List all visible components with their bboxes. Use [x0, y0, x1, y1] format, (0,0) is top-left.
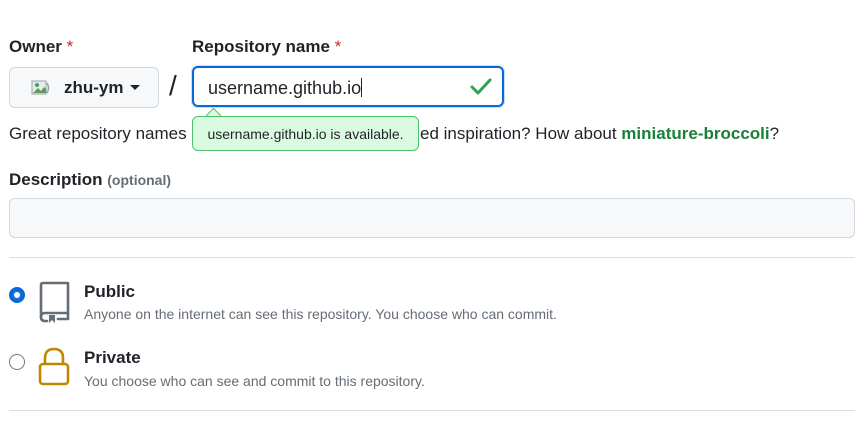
private-option-description: You choose who can see and commit to thi…	[84, 373, 425, 389]
lock-icon	[37, 346, 71, 393]
text-cursor	[361, 78, 363, 97]
chevron-down-icon	[129, 85, 140, 90]
public-option-description: Anyone on the internet can see this repo…	[84, 306, 557, 322]
repository-name-value: username.github.io	[208, 78, 362, 98]
owner-required-mark: *	[66, 37, 74, 56]
public-radio[interactable]	[9, 287, 25, 303]
public-option-title: Public	[84, 282, 136, 301]
owner-repo-separator: /	[169, 70, 177, 101]
suggestion-link[interactable]: miniature-broccoli	[621, 124, 769, 143]
owner-label: Owner *	[9, 37, 74, 56]
name-suggestion-hint: ed inspiration? How about miniature-broc…	[420, 124, 780, 143]
owner-dropdown[interactable]: zhu-ym	[9, 67, 159, 108]
check-icon	[470, 77, 492, 102]
broken-image-icon	[31, 80, 50, 94]
divider-bottom	[9, 410, 855, 411]
description-label: Description (optional)	[9, 170, 172, 189]
private-radio[interactable]	[9, 354, 25, 370]
hint-prefix: Great repository names	[9, 124, 187, 143]
description-input[interactable]	[9, 198, 855, 238]
availability-tooltip: username.github.io is available.	[192, 116, 419, 151]
repository-name-input[interactable]: username.github.io	[192, 66, 504, 107]
avatar	[31, 78, 51, 98]
optional-label: (optional)	[107, 172, 172, 188]
divider	[9, 257, 855, 258]
repository-name-label: Repository name *	[192, 37, 342, 56]
repo-icon	[37, 281, 71, 328]
owner-name: zhu-ym	[64, 77, 124, 97]
private-option-title: Private	[84, 348, 141, 367]
repository-required-mark: *	[334, 37, 342, 56]
